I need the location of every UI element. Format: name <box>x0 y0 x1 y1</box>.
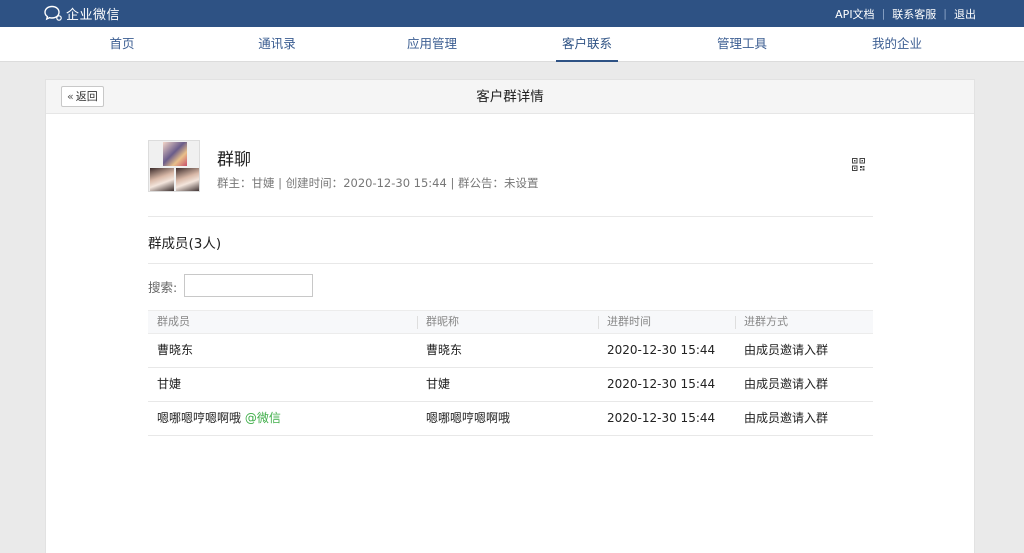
column-separator <box>598 316 599 329</box>
wecom-chat-bubble-icon <box>44 5 62 21</box>
nav-app-management[interactable]: 应用管理 <box>387 27 477 62</box>
group-meta: 群主：甘婕 | 创建时间：2020-12-30 15:44 | 群公告：未设置 <box>217 175 539 191</box>
column-header-nickname: 群昵称 <box>426 315 459 328</box>
section-divider <box>148 216 873 217</box>
owner-name: 甘婕 <box>251 176 275 190</box>
contact-support-link[interactable]: 联系客服 <box>892 6 936 22</box>
main-nav: 首页 通讯录 应用管理 客户联系 管理工具 我的企业 <box>0 27 1024 62</box>
member-avatar-tile <box>176 168 199 191</box>
column-header-join-time: 进群时间 <box>607 315 651 328</box>
table-row: 嗯哪嗯哼嗯啊哦 @微信 嗯哪嗯哼嗯啊哦 2020-12-30 15:44 由成员… <box>148 402 873 436</box>
members-table: 群成员 群昵称 进群时间 进群方式 曹晓东 曹晓东 2020-12-30 15:… <box>148 310 873 436</box>
group-name: 群聊 <box>217 150 251 170</box>
search-label: 搜索: <box>148 280 178 295</box>
member-join-time: 2020-12-30 15:44 <box>607 411 716 425</box>
panel-header: 客户群详情 « 返回 <box>46 80 974 114</box>
member-join-time: 2020-12-30 15:44 <box>607 377 716 391</box>
member-join-method: 由成员邀请入群 <box>744 411 829 425</box>
logout-link[interactable]: 退出 <box>954 6 976 22</box>
notice-label: 群公告： <box>458 176 505 190</box>
double-chevron-left-icon: « <box>67 90 74 103</box>
member-name: 曹晓东 <box>157 334 193 367</box>
qrcode-icon[interactable] <box>852 158 865 171</box>
top-bar: 企业微信 API文档 | 联系客服 | 退出 <box>0 0 1024 27</box>
member-avatar-tile <box>163 142 187 166</box>
member-nickname: 甘婕 <box>426 377 451 391</box>
table-row: 甘婕 甘婕 2020-12-30 15:44 由成员邀请入群 <box>148 368 873 402</box>
created-label: 创建时间： <box>285 176 344 190</box>
member-nickname: 嗯哪嗯哼嗯啊哦 <box>426 411 511 425</box>
member-join-method: 由成员邀请入群 <box>744 377 829 391</box>
table-row: 曹晓东 曹晓东 2020-12-30 15:44 由成员邀请入群 <box>148 334 873 368</box>
member-name-text: 甘婕 <box>157 377 182 391</box>
meta-separator: | <box>450 176 459 190</box>
member-avatar-tile <box>150 168 174 191</box>
member-name: 嗯哪嗯哼嗯啊哦 @微信 <box>157 402 281 435</box>
nav-customer-contact[interactable]: 客户联系 <box>542 27 632 62</box>
column-header-member: 群成员 <box>157 315 190 328</box>
member-name-text: 曹晓东 <box>157 343 194 357</box>
notice-value: 未设置 <box>504 176 539 190</box>
back-button-label: 返回 <box>75 90 98 103</box>
created-time: 2020-12-30 15:44 <box>343 176 447 190</box>
member-name: 甘婕 <box>157 368 181 401</box>
nav-management-tools[interactable]: 管理工具 <box>697 27 787 62</box>
logo-text: 企业微信 <box>66 8 121 23</box>
table-header: 群成员 群昵称 进群时间 进群方式 <box>148 310 873 334</box>
nav-contacts[interactable]: 通讯录 <box>232 27 322 62</box>
logo[interactable]: 企业微信 <box>44 4 120 23</box>
nav-my-enterprise[interactable]: 我的企业 <box>852 27 942 62</box>
members-title: 群成员(3人) <box>148 236 222 252</box>
page-title: 客户群详情 <box>476 89 544 105</box>
member-join-time: 2020-12-30 15:44 <box>607 343 716 357</box>
member-name-text: 嗯哪嗯哼嗯啊哦 <box>157 411 242 425</box>
link-separator: | <box>881 7 886 20</box>
member-nickname: 曹晓东 <box>426 343 463 357</box>
member-search-input[interactable] <box>184 274 313 297</box>
top-links: API文档 | 联系客服 | 退出 <box>835 0 976 27</box>
owner-label: 群主： <box>217 176 252 190</box>
group-detail-panel: 客户群详情 « 返回 群聊 群主：甘婕 | 创建时间：2020-12-30 15… <box>45 79 975 553</box>
wechat-tag: @微信 <box>244 411 281 425</box>
back-button[interactable]: « 返回 <box>61 86 104 107</box>
nav-home[interactable]: 首页 <box>77 27 167 62</box>
link-separator: | <box>943 7 947 20</box>
group-avatar <box>148 140 200 192</box>
column-header-join-method: 进群方式 <box>744 315 788 328</box>
column-separator <box>417 316 418 329</box>
meta-separator: | <box>278 176 286 190</box>
api-docs-link[interactable]: API文档 <box>835 6 874 22</box>
member-join-method: 由成员邀请入群 <box>744 343 829 357</box>
column-separator <box>735 316 736 329</box>
section-divider <box>148 263 873 264</box>
